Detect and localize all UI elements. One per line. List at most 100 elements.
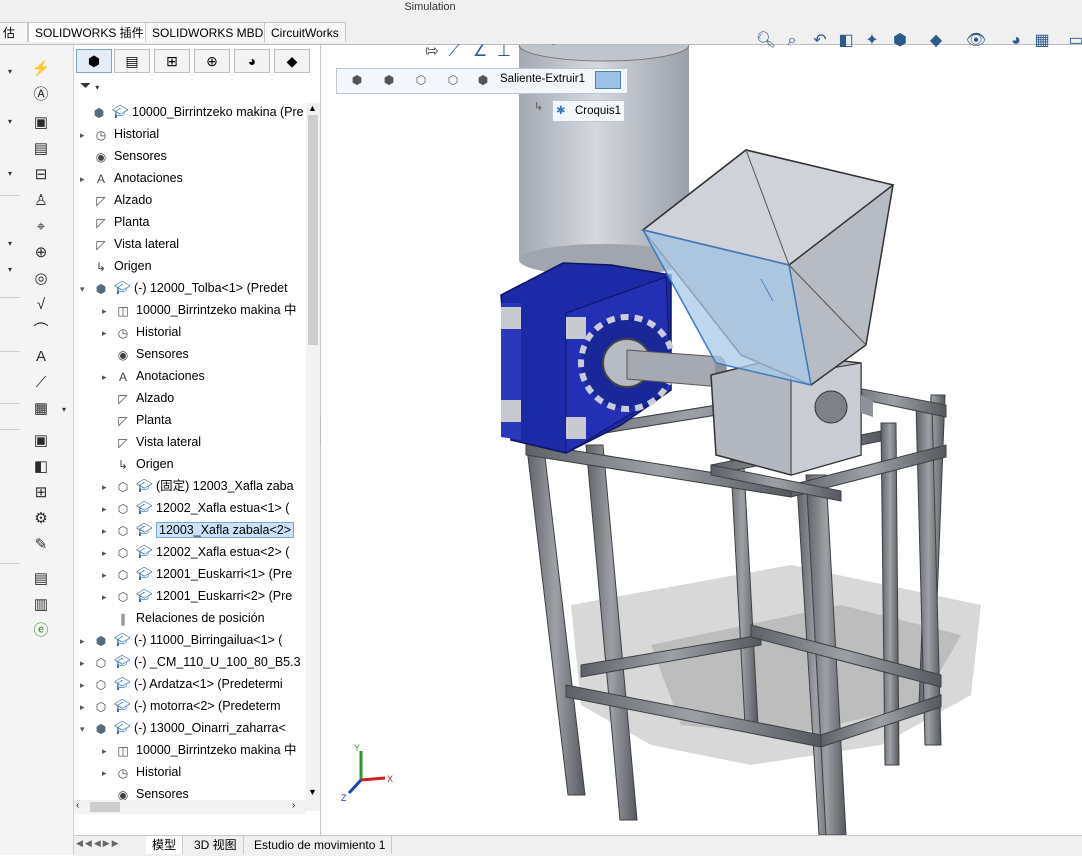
tab-navigation-arrows-icon[interactable]: ◀◀◀▶▶ — [76, 838, 121, 849]
tab-solidworks-mbd[interactable]: SOLIDWORKS MBD — [145, 22, 271, 42]
weld-bead-icon[interactable]: ⌒ — [30, 321, 52, 341]
tree-item[interactable]: ▸ ⬢ 🎓︎ (-) 11000_Birringailua<1> ( — [80, 629, 282, 651]
expand-arrow-icon[interactable]: ▸ — [102, 542, 114, 564]
tree-item[interactable]: ▸ ⬡ 🎓︎ (-) _CM_110_U_100_80_B5.3 — [80, 651, 301, 673]
tree-item[interactable]: ◸ Alzado — [102, 387, 174, 409]
expand-arrow-icon[interactable]: ▾ — [8, 67, 12, 76]
scroll-left-arrow-icon[interactable]: ‹ — [76, 800, 79, 811]
expand-arrow-icon[interactable]: ▸ — [80, 696, 92, 718]
tab-evaluate[interactable]: 估 — [0, 22, 28, 42]
tree-item[interactable]: ◸ Alzado — [80, 189, 152, 211]
tree-item[interactable]: ▸ A Anotaciones — [80, 167, 183, 189]
more-tab-icon[interactable]: ◆ — [274, 49, 310, 73]
expand-arrow-icon[interactable]: ▸ — [80, 630, 92, 652]
dimxpert-tab-icon[interactable]: ⊕ — [194, 49, 230, 73]
tab-solidworks-addins[interactable]: SOLIDWORKS 插件 — [28, 22, 151, 42]
expand-arrow-icon[interactable]: ▾ — [8, 239, 12, 248]
edrawings-icon[interactable]: ⓔ — [30, 621, 52, 641]
smart-dimension-icon[interactable]: ⚡ — [30, 59, 52, 79]
scroll-up-arrow-icon[interactable]: ▲ — [308, 103, 317, 113]
tree-item[interactable]: ▸ ⬡ 🎓︎ (固定) 12003_Xafla zaba — [102, 475, 294, 497]
expand-arrow-icon[interactable]: ▸ — [80, 168, 92, 190]
tolerance-status-icon[interactable]: ✎ — [30, 535, 52, 555]
subassembly-icon[interactable]: ⬢ — [379, 71, 399, 89]
auto-balloon-icon[interactable]: ▤ — [30, 139, 52, 159]
feature-tree-tab-icon[interactable]: ⬢ — [76, 49, 112, 73]
feature-icon[interactable]: ⬢ — [473, 71, 493, 89]
tree-item[interactable]: ▸ ⬡ 🎓︎ 12001_Euskarri<2> (Pre — [102, 585, 292, 607]
tree-item[interactable]: ▾ ⬢ 🎓︎ (-) 12000_Tolba<1> (Predet — [80, 277, 288, 299]
expand-arrow-icon[interactable]: ▸ — [102, 498, 114, 520]
datum-icon[interactable]: ⊟ — [30, 165, 52, 185]
collapse-arrow-icon[interactable]: ▾ — [80, 278, 92, 300]
section-view-icon[interactable]: ◧ — [30, 457, 52, 477]
expand-arrow-icon[interactable]: ▾ — [8, 169, 12, 178]
expand-arrow-icon[interactable]: ▾ — [62, 405, 66, 414]
scroll-thumb[interactable] — [308, 115, 318, 345]
tab-3d-view[interactable]: 3D 视图 — [188, 836, 244, 854]
tree-item[interactable]: ⬢ 🎓︎ 10000_Birrintzeko makina (Pre — [78, 101, 304, 123]
expand-arrow-icon[interactable]: ▸ — [102, 300, 114, 322]
auto-dimension-icon[interactable]: ⚙ — [30, 509, 52, 529]
tree-item[interactable]: ▸ ◫ 10000_Birrintzeko makina 中 — [102, 739, 297, 761]
expand-arrow-icon[interactable]: ▾ — [8, 265, 12, 274]
display-manager-tab-icon[interactable]: ◕ — [234, 49, 270, 73]
scroll-thumb[interactable] — [90, 802, 120, 812]
expand-arrow-icon[interactable]: ▾ — [8, 117, 12, 126]
tree-item[interactable]: ↳ Origen — [80, 255, 152, 277]
tree-item[interactable]: ◉ Sensores — [80, 145, 167, 167]
scroll-right-arrow-icon[interactable]: › — [292, 800, 295, 811]
tree-item[interactable]: ▾ ⬢ 🎓︎ (-) 13000_Oinarri_zaharra< — [80, 717, 286, 739]
sketch-icon[interactable] — [595, 71, 621, 89]
tree-item[interactable]: ▸ ◷ Historial — [102, 761, 181, 783]
balloon-icon[interactable]: ▣ — [30, 113, 52, 133]
expand-arrow-icon[interactable]: ▸ — [80, 124, 92, 146]
weld-symbol-icon[interactable]: ♙ — [30, 191, 52, 211]
expand-arrow-icon[interactable]: ▸ — [102, 476, 114, 498]
property-manager-tab-icon[interactable]: ▤ — [114, 49, 150, 73]
expand-arrow-icon[interactable]: ▸ — [102, 740, 114, 762]
tree-item[interactable]: ◉ Sensores — [102, 783, 189, 801]
filter-icon[interactable]: ⏷ ▾ — [80, 77, 320, 97]
tab-circuitworks[interactable]: CircuitWorks — [264, 22, 346, 42]
part-icon[interactable]: ⬡ — [411, 71, 431, 89]
expand-arrow-icon[interactable]: ▸ — [102, 762, 114, 784]
tree-item[interactable]: ▸ ◷ Historial — [80, 123, 159, 145]
tree-item[interactable]: ▸ ⬡ 🎓︎ (-) motorra<2> (Predeterm — [80, 695, 281, 717]
3d-view-icon[interactable]: ▣ — [30, 431, 52, 451]
model-view[interactable] — [321, 45, 1082, 835]
graphics-area[interactable]: 🔍︎ ⌕ ↶ ◧ ✦ ⬢ ◆ 👁︎ ◕ ▦ ▭ ⇰ ⟋ ∠ ⊥ ⊥ ⫽ — [321, 32, 1082, 835]
tree-item[interactable]: ▸ A Anotaciones — [102, 365, 205, 387]
center-mark-icon[interactable]: ⟋ — [30, 373, 52, 393]
publish-3d-pdf-icon[interactable]: ▤ — [30, 569, 52, 589]
tree-item[interactable]: ∥ Relaciones de posición — [102, 607, 265, 629]
surface-finish-icon[interactable]: ◎ — [30, 269, 52, 289]
expand-arrow-icon[interactable]: ▸ — [102, 520, 114, 542]
tree-item[interactable]: ◸ Planta — [80, 211, 149, 233]
tree-item[interactable]: ▸ ⬡ 🎓︎ 12002_Xafla estua<2> ( — [102, 541, 289, 563]
tree-item[interactable]: ▸ ⬡ 🎓︎ (-) Ardatza<1> (Predetermi — [80, 673, 283, 695]
expand-arrow-icon[interactable]: ▸ — [80, 674, 92, 696]
expand-arrow-icon[interactable]: ▸ — [102, 564, 114, 586]
note-icon[interactable]: Ⓐ — [30, 85, 52, 105]
table-icon[interactable]: ▦ — [30, 399, 52, 419]
tree-item[interactable]: ◸ Vista lateral — [102, 431, 201, 453]
dimxpert-icon[interactable]: ⊞ — [30, 483, 52, 503]
tree-item[interactable]: ▸ ◫ 10000_Birrintzeko makina 中 — [102, 299, 297, 321]
expand-arrow-icon[interactable]: ▸ — [102, 322, 114, 344]
tree-item[interactable]: ▸ ◷ Historial — [102, 321, 181, 343]
tree-item[interactable]: ▸ ⬡ 🎓︎ 12003_Xafla zabala<2> — [102, 519, 295, 542]
configuration-tab-icon[interactable]: ⊞ — [154, 49, 190, 73]
geometric-tolerance-icon[interactable]: √ — [30, 295, 52, 315]
tree-item[interactable]: ◸ Vista lateral — [80, 233, 179, 255]
tab-motion-study[interactable]: Estudio de movimiento 1 — [248, 836, 393, 854]
expand-arrow-icon[interactable]: ▸ — [80, 652, 92, 674]
collapse-arrow-icon[interactable]: ▾ — [80, 718, 92, 740]
assembly-icon[interactable]: ⬢ — [347, 71, 367, 89]
publish-3d-pdf-2-icon[interactable]: ▥ — [30, 595, 52, 615]
breadcrumb-sketch[interactable]: ✱ Croquis1 — [552, 100, 626, 122]
tree-item[interactable]: ▸ ⬡ 🎓︎ 12002_Xafla estua<1> ( — [102, 497, 289, 519]
expand-arrow-icon[interactable]: ▸ — [102, 586, 114, 608]
tree-item[interactable]: ◸ Planta — [102, 409, 171, 431]
tree-item[interactable]: ↳ Origen — [102, 453, 174, 475]
